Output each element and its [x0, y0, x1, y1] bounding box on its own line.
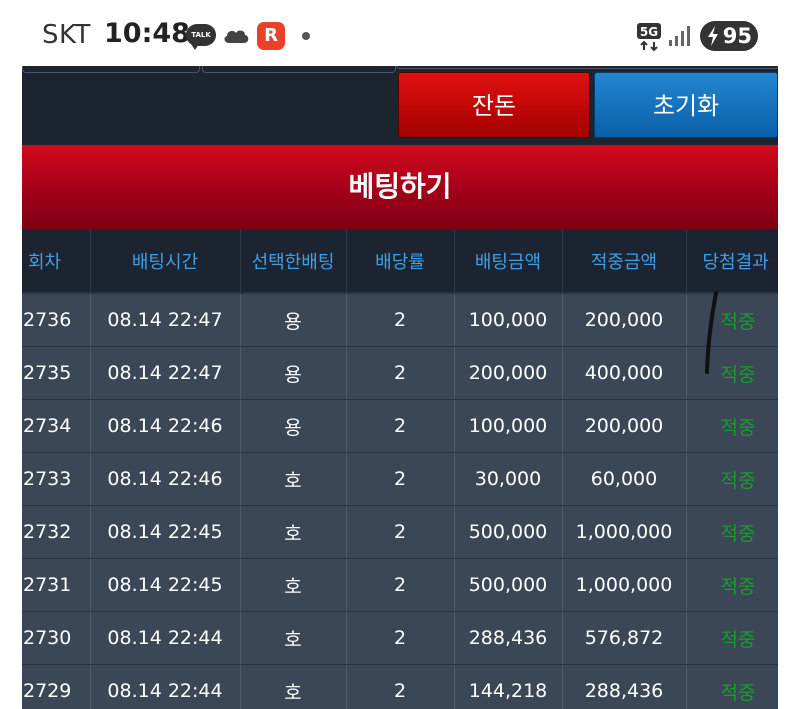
- status-bar: SKT 10:48 TALK R 5G 95: [0, 0, 800, 66]
- cell-result: 적중: [686, 293, 778, 347]
- carrier-label: SKT: [42, 20, 91, 50]
- notification-dot-icon: [302, 32, 310, 40]
- toolbar-segment: [396, 66, 778, 69]
- cell-bet: 500,000: [454, 505, 563, 559]
- cell-win: 60,000: [562, 452, 687, 506]
- cell-bet: 100,000: [454, 293, 563, 347]
- table-row: 2729 08.14 22:44 호 2 144,218 288,436 적중: [22, 664, 778, 709]
- cell-odds: 2: [346, 505, 455, 559]
- cloud-icon: [224, 30, 249, 43]
- cell-win: 1,000,000: [562, 558, 687, 612]
- table-row: 2730 08.14 22:44 호 2 288,436 576,872 적중: [22, 611, 778, 665]
- battery-indicator: 95: [700, 21, 758, 51]
- cell-pick: 호: [240, 505, 347, 559]
- table-row: 2734 08.14 22:46 용 2 100,000 200,000 적중: [22, 399, 778, 453]
- cell-bet: 500,000: [454, 558, 563, 612]
- cell-bet: 30,000: [454, 452, 563, 506]
- cell-pick: 용: [240, 293, 347, 347]
- balance-button[interactable]: 잔돈: [398, 72, 590, 138]
- cell-odds: 2: [346, 346, 455, 400]
- cell-round: 2736: [22, 293, 91, 347]
- clock: 10:48: [104, 18, 190, 49]
- cell-round: 2733: [22, 452, 91, 506]
- cell-time: 08.14 22:46: [90, 452, 241, 506]
- cell-odds: 2: [346, 293, 455, 347]
- cell-win: 1,000,000: [562, 505, 687, 559]
- cell-result: 적중: [686, 399, 778, 453]
- cell-odds: 2: [346, 558, 455, 612]
- cell-bet: 100,000: [454, 399, 563, 453]
- cell-round: 2734: [22, 399, 91, 453]
- cell-round: 2730: [22, 611, 91, 665]
- top-toolbar: 잔돈 초기화: [22, 66, 778, 145]
- toolbar-segment: [22, 66, 200, 73]
- column-header-result[interactable]: 당첨결과: [686, 229, 778, 294]
- cell-result: 적중: [686, 452, 778, 506]
- cell-odds: 2: [346, 452, 455, 506]
- bet-history-table: 회차 배팅시간 선택한배팅 배당률 배팅금액 적중금액 당첨결과 2736 08…: [22, 229, 778, 709]
- column-header-win[interactable]: 적중금액: [562, 229, 687, 294]
- betting-banner: 베팅하기: [22, 145, 778, 229]
- cell-odds: 2: [346, 611, 455, 665]
- cell-pick: 호: [240, 664, 347, 709]
- column-header-odds[interactable]: 배당률: [346, 229, 455, 294]
- cell-round: 2732: [22, 505, 91, 559]
- cell-pick: 호: [240, 611, 347, 665]
- table-row: 2732 08.14 22:45 호 2 500,000 1,000,000 적…: [22, 505, 778, 559]
- cell-bet: 200,000: [454, 346, 563, 400]
- toolbar-segment: [202, 66, 396, 73]
- cell-result: 적중: [686, 558, 778, 612]
- cell-round: 2731: [22, 558, 91, 612]
- cell-round: 2735: [22, 346, 91, 400]
- cell-time: 08.14 22:47: [90, 346, 241, 400]
- cell-bet: 288,436: [454, 611, 563, 665]
- page-title: 베팅하기: [348, 170, 452, 203]
- app-r-icon: R: [257, 22, 285, 50]
- cell-win: 200,000: [562, 399, 687, 453]
- cell-round: 2729: [22, 664, 91, 709]
- cell-bet: 144,218: [454, 664, 563, 709]
- talk-icon: TALK: [186, 24, 216, 50]
- table-row: 2731 08.14 22:45 호 2 500,000 1,000,000 적…: [22, 558, 778, 612]
- betting-app: 잔돈 초기화 베팅하기 회차 배팅시간 선택한배팅 배당률 배팅금액 적중금액 …: [22, 66, 778, 709]
- signal-icon: [669, 26, 690, 46]
- cell-pick: 용: [240, 399, 347, 453]
- table-header-row: 회차 배팅시간 선택한배팅 배당률 배팅금액 적중금액 당첨결과: [22, 229, 778, 294]
- cell-pick: 호: [240, 558, 347, 612]
- data-5g-icon: 5G: [637, 23, 661, 52]
- cell-pick: 용: [240, 346, 347, 400]
- cell-time: 08.14 22:44: [90, 664, 241, 709]
- cell-result: 적중: [686, 346, 778, 400]
- cell-result: 적중: [686, 664, 778, 709]
- cell-win: 288,436: [562, 664, 687, 709]
- cell-time: 08.14 22:44: [90, 611, 241, 665]
- battery-charging-icon: [708, 26, 718, 46]
- cell-result: 적중: [686, 505, 778, 559]
- table-row: 2735 08.14 22:47 용 2 200,000 400,000 적중: [22, 346, 778, 400]
- column-header-time[interactable]: 배팅시간: [90, 229, 241, 294]
- column-header-bet[interactable]: 배팅금액: [454, 229, 563, 294]
- table-row: 2733 08.14 22:46 호 2 30,000 60,000 적중: [22, 452, 778, 506]
- table-row: 2736 08.14 22:47 용 2 100,000 200,000 적중: [22, 293, 778, 347]
- cell-time: 08.14 22:46: [90, 399, 241, 453]
- cell-win: 400,000: [562, 346, 687, 400]
- column-header-round[interactable]: 회차: [22, 229, 91, 294]
- cell-time: 08.14 22:45: [90, 505, 241, 559]
- column-header-pick[interactable]: 선택한배팅: [240, 229, 347, 294]
- battery-level: 95: [722, 24, 752, 48]
- cell-pick: 호: [240, 452, 347, 506]
- cell-win: 200,000: [562, 293, 687, 347]
- cell-time: 08.14 22:45: [90, 558, 241, 612]
- cell-win: 576,872: [562, 611, 687, 665]
- cell-odds: 2: [346, 664, 455, 709]
- network-label: 5G: [640, 25, 658, 39]
- reset-button[interactable]: 초기화: [594, 72, 778, 138]
- cell-result: 적중: [686, 611, 778, 665]
- cell-odds: 2: [346, 399, 455, 453]
- cell-time: 08.14 22:47: [90, 293, 241, 347]
